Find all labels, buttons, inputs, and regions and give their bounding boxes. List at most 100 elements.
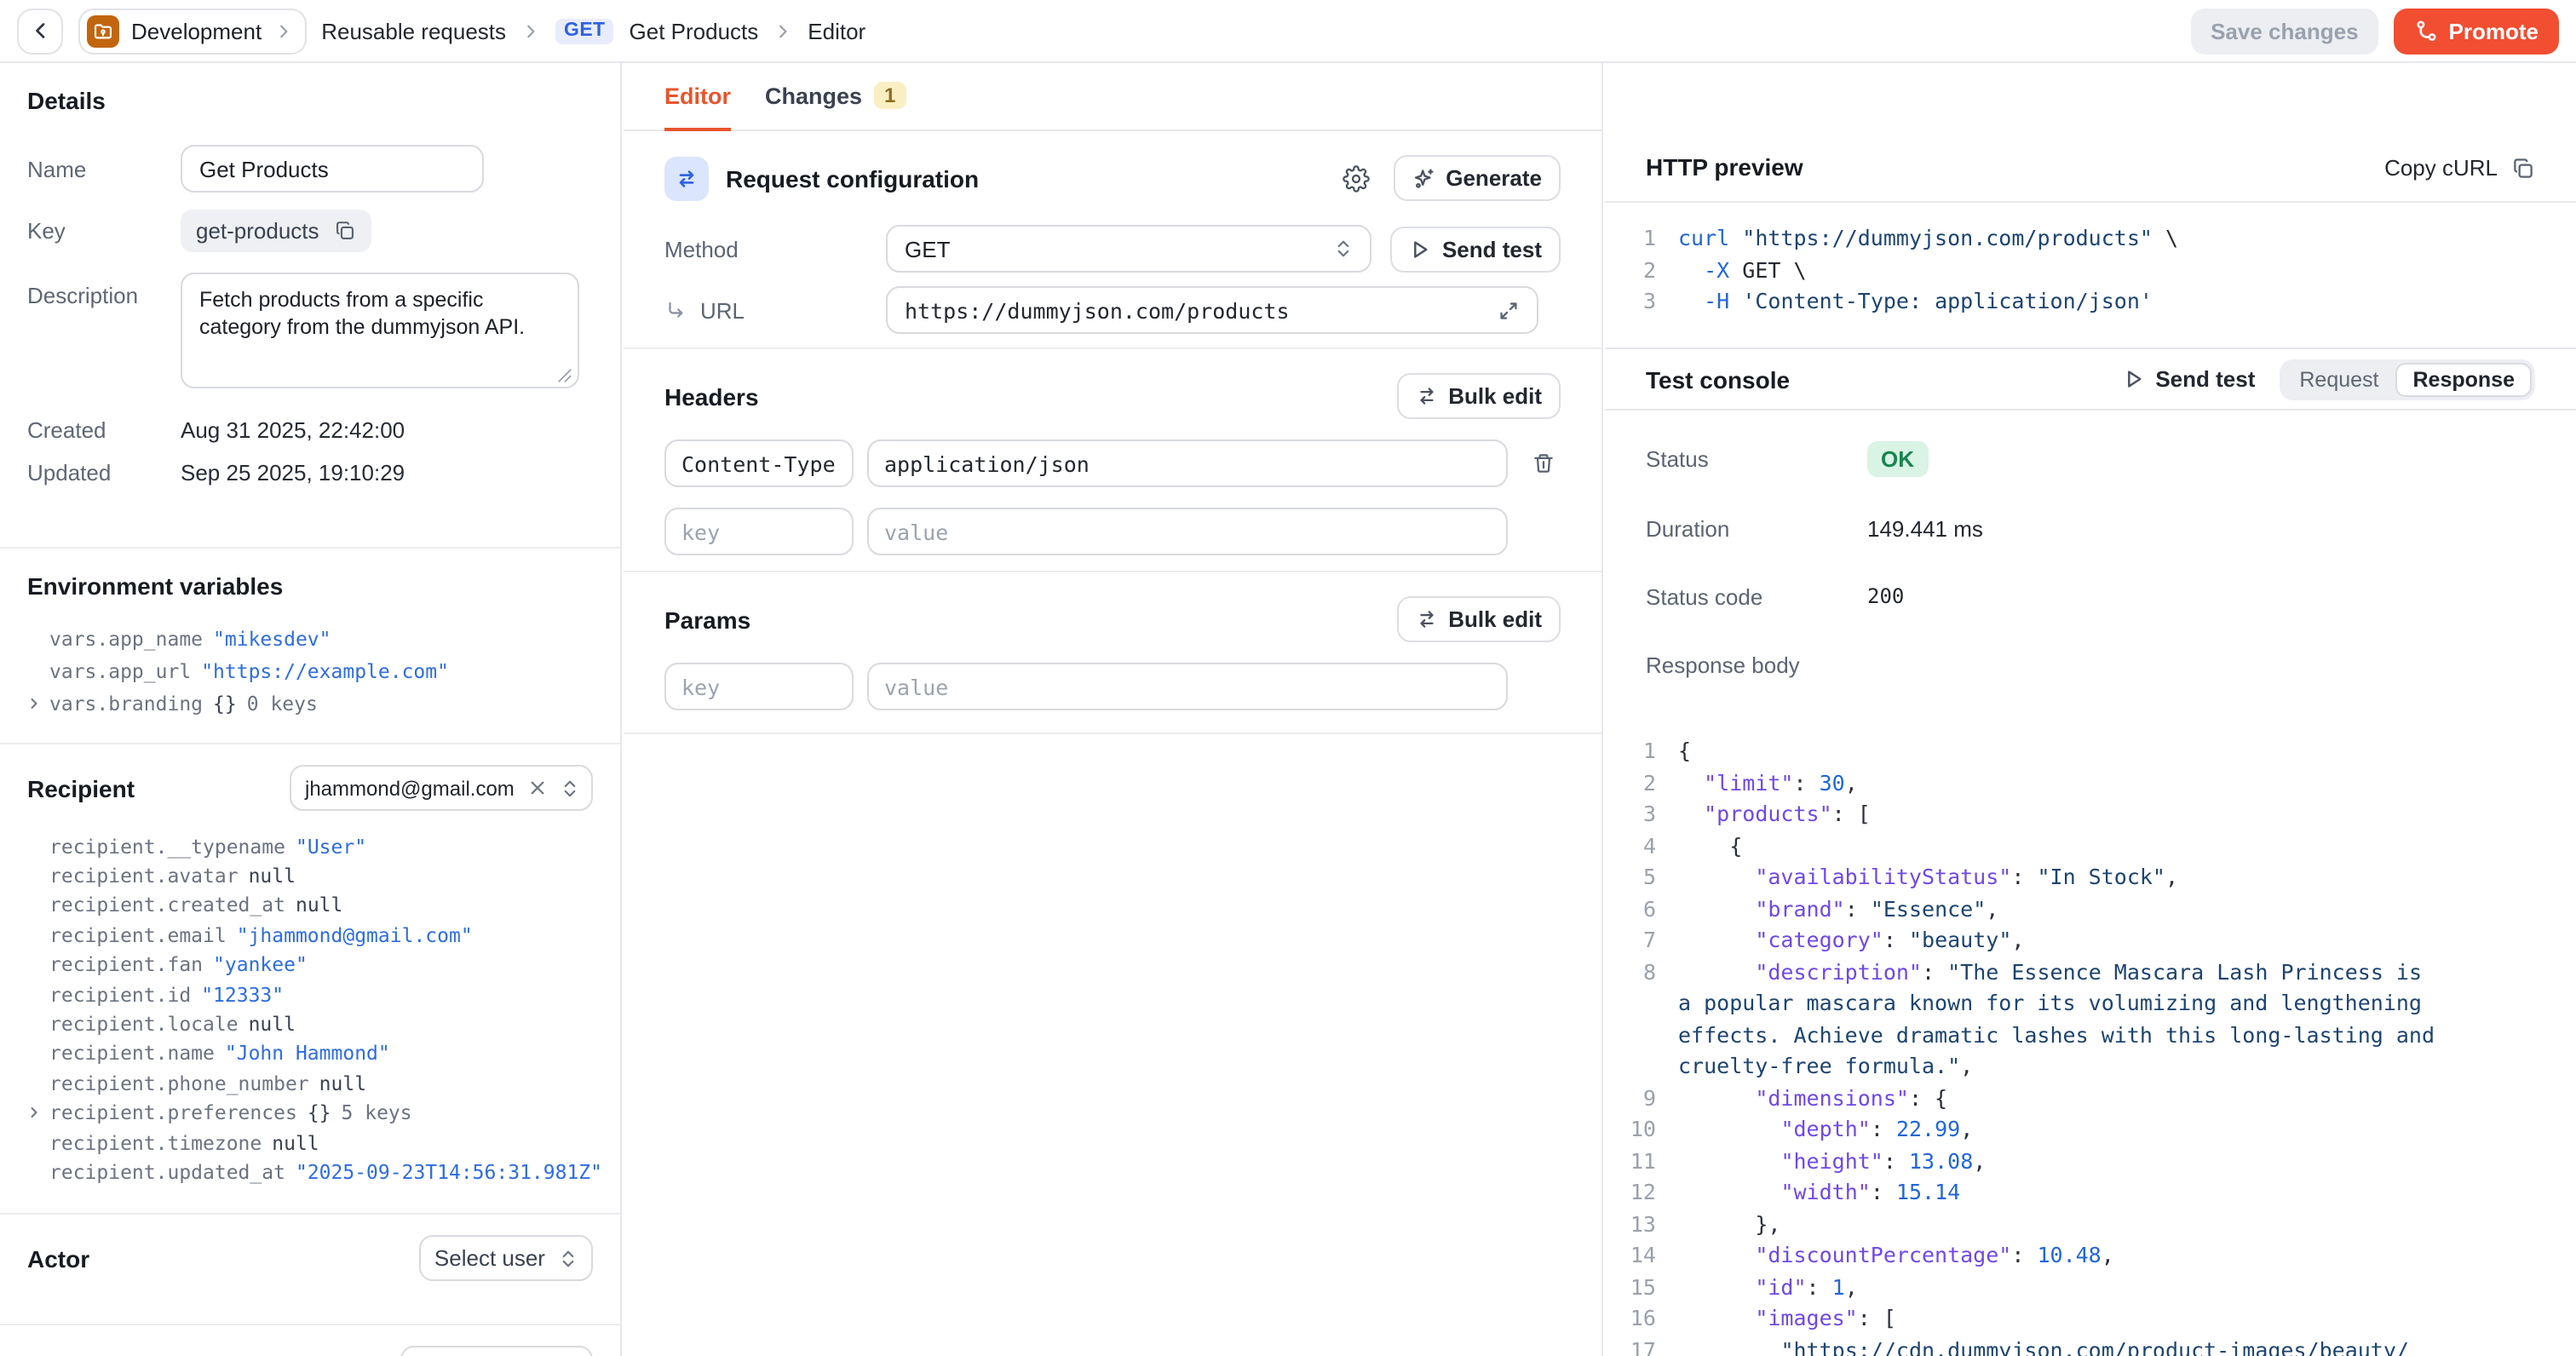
env-var-row[interactable]: vars.branding{}0 keys [27, 687, 593, 719]
tab-editor[interactable]: Editor [664, 63, 731, 131]
chevron-right-icon [773, 21, 792, 40]
promote-branch-icon [2415, 19, 2439, 43]
code-line: 17 "https://cdn.dummyjson.com/product-im… [1605, 1335, 2576, 1356]
key-value-pill: get-products [181, 210, 372, 252]
code-line: 10 "depth": 22.99, [1605, 1114, 2576, 1146]
tenant-select[interactable]: Select tenant [400, 1346, 593, 1356]
line-number: 14 [1605, 1240, 1656, 1272]
recipient-label: Recipient [27, 774, 135, 802]
changes-count-badge: 1 [874, 82, 906, 109]
swap-arrows-icon [1416, 385, 1438, 407]
code-line: 4 { [1605, 830, 2576, 862]
variable-key: recipient.fan [49, 953, 203, 977]
duration-value: 149.441 ms [1867, 515, 1983, 541]
variable-key: recipient.created_at [49, 893, 285, 917]
line-number: 10 [1605, 1114, 1656, 1146]
expand-chevron-icon[interactable] [27, 1106, 41, 1119]
recipient-field-row: recipient.localenull [27, 1009, 593, 1039]
chevron-right-icon [273, 21, 292, 40]
code-line: 8 "description": "The Essence Mascara La… [1605, 957, 2576, 988]
details-title: Details [27, 87, 593, 114]
response-tab[interactable]: Response [2396, 362, 2533, 396]
actor-label: Actor [27, 1244, 89, 1272]
copy-curl-button[interactable]: Copy cURL [2384, 155, 2535, 181]
line-number: 1 [1605, 736, 1656, 767]
expand-chevron-icon[interactable] [27, 696, 41, 710]
header-value-input-empty[interactable] [867, 508, 1508, 555]
param-key-input[interactable] [664, 663, 854, 710]
recipient-field-row: recipient.timezonenull [27, 1128, 593, 1158]
variable-key: vars.app_url [49, 658, 191, 682]
status-label: Status [1646, 446, 1867, 472]
chevron-up-down-icon [1334, 238, 1353, 259]
breadcrumb-request-name[interactable]: Get Products [630, 18, 759, 43]
header-value-input[interactable] [867, 440, 1508, 487]
url-input[interactable]: https://dummyjson.com/products [886, 286, 1538, 334]
generate-button[interactable]: Generate [1393, 155, 1561, 201]
tab-changes[interactable]: Changes 1 [765, 63, 906, 131]
code-line: 5 "availabilityStatus": "In Stock", [1605, 862, 2576, 893]
code-line: 1{ [1605, 736, 2576, 767]
status-code-value: 200 [1867, 584, 1904, 608]
variable-value: {} [308, 1100, 331, 1124]
variable-value: "John Hammond" [225, 1042, 390, 1066]
line-number: 9 [1605, 1083, 1656, 1114]
description-textarea[interactable]: Fetch products from a specific category … [181, 273, 579, 388]
gear-icon[interactable] [1342, 164, 1369, 192]
save-changes-button[interactable]: Save changes [2190, 8, 2378, 54]
variable-key: recipient.__typename [49, 834, 285, 858]
line-number: 8 [1605, 957, 1656, 988]
recipient-field-row: recipient.id "12333" [27, 980, 593, 1009]
recipient-field-row: recipient.phone_numbernull [27, 1068, 593, 1098]
variable-value: "2025-09-23T14:56:31.981Z" [296, 1160, 602, 1184]
send-test-button[interactable]: Send test [1391, 226, 1561, 272]
env-var-row: vars.app_name"mikesdev" [27, 622, 593, 654]
variable-key: recipient.id [49, 982, 191, 1006]
param-value-input[interactable] [867, 663, 1508, 710]
variable-value: "User" [296, 834, 366, 858]
method-badge: GET [555, 18, 614, 43]
variable-value: null [272, 1130, 319, 1154]
line-number: 7 [1605, 925, 1656, 957]
recipient-field-row: recipient.name "John Hammond" [27, 1038, 593, 1068]
line-number: 5 [1605, 862, 1656, 893]
created-label: Created [27, 417, 181, 443]
expand-icon[interactable] [1498, 299, 1520, 321]
params-bulk-edit-button[interactable]: Bulk edit [1397, 596, 1561, 642]
recipient-select[interactable]: jhammond@gmail.com [290, 765, 593, 811]
code-line: 2 -X GET \ [1605, 255, 2576, 286]
created-value: Aug 31 2025, 22:42:00 [181, 417, 405, 443]
status-badge: OK [1867, 441, 1928, 477]
line-number: 4 [1605, 830, 1656, 862]
back-button[interactable] [17, 8, 63, 54]
header-key-input[interactable] [664, 440, 854, 487]
variable-meta: 0 keys [247, 691, 318, 715]
breadcrumb-reusable-requests[interactable]: Reusable requests [321, 18, 506, 43]
request-tab[interactable]: Request [2282, 362, 2395, 396]
promote-button[interactable]: Promote [2395, 8, 2559, 54]
copy-icon[interactable] [335, 220, 357, 242]
variable-key: recipient.name [49, 1042, 215, 1066]
request-config-icon [664, 156, 709, 200]
curl-preview-code: 1curl "https://dummyjson.com/products" \… [1605, 203, 2576, 348]
header-key-input-empty[interactable] [664, 508, 854, 555]
line-number: 3 [1605, 799, 1656, 830]
recipient-field-row[interactable]: recipient.preferences{}5 keys [27, 1098, 593, 1128]
code-line: 3 -H 'Content-Type: application/json' [1605, 286, 2576, 318]
method-select[interactable]: GET [886, 225, 1371, 273]
headers-bulk-edit-button[interactable]: Bulk edit [1397, 373, 1561, 419]
resize-handle-icon[interactable] [557, 368, 572, 383]
clear-icon[interactable] [528, 779, 547, 797]
recipient-section: Recipient jhammond@gmail.com recipient._… [0, 743, 620, 1213]
workspace-selector[interactable]: Development [78, 8, 306, 54]
name-input[interactable] [181, 145, 484, 192]
details-sidebar: Details Name Key get-products Descriptio… [0, 63, 622, 1356]
recipient-field-row: recipient.fan"yankee" [27, 950, 593, 980]
variable-value: "12333" [201, 982, 284, 1006]
chevron-up-down-icon [559, 1248, 578, 1268]
console-send-test-button[interactable]: Send test [2123, 366, 2255, 392]
environment-variables-section: Environment variables vars.app_name"mike… [0, 547, 620, 743]
actor-select[interactable]: Select user [419, 1235, 593, 1281]
recipient-fields-list: recipient.__typename"User"recipient.avat… [27, 831, 593, 1186]
delete-header-button[interactable] [1532, 451, 1555, 475]
